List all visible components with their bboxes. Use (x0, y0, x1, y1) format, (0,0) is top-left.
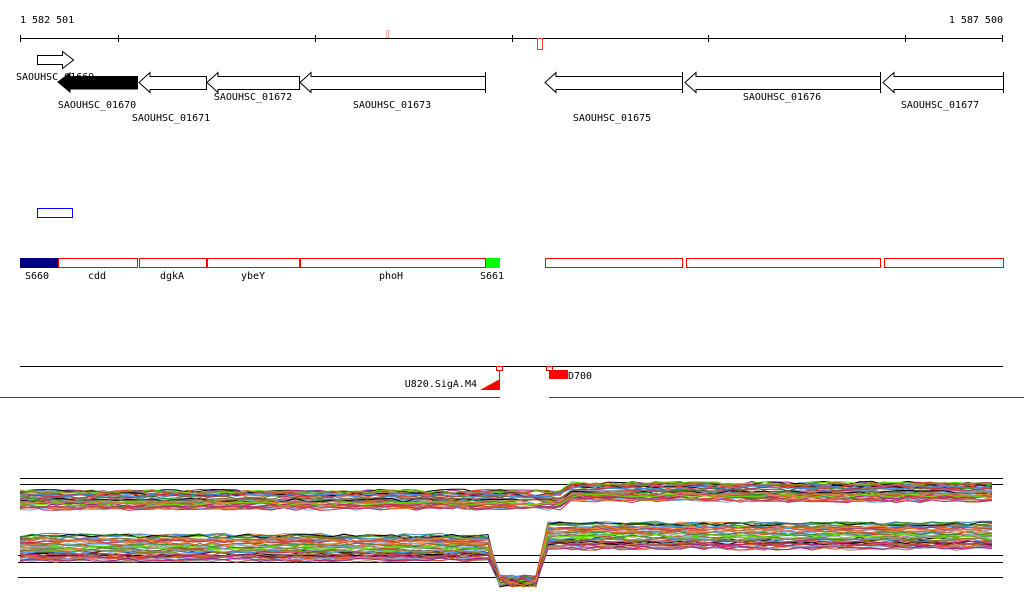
gene-SAOUHSC_01671[interactable]: SAOUHSC_01671 (132, 71, 210, 125)
segment-dgkA[interactable]: dgkA (139, 258, 207, 283)
feature-box[interactable] (37, 208, 73, 218)
gene-SAOUHSC_01677[interactable]: SAOUHSC_01677 (882, 71, 1004, 111)
svg-text:SAOUHSC_01672: SAOUHSC_01672 (214, 92, 292, 103)
regulatory-track: U820.SigA.M4 D700 (0, 366, 1024, 398)
scale-marker (537, 38, 543, 50)
segment-cdd[interactable]: cdd (58, 258, 138, 283)
svg-text:SAOUHSC_01670: SAOUHSC_01670 (58, 100, 136, 111)
svg-text:SAOUHSC_01671: SAOUHSC_01671 (132, 113, 210, 124)
segment-phoH[interactable]: phoH (300, 258, 486, 283)
svg-text:S660: S660 (25, 271, 49, 282)
svg-text:SAOUHSC_01676: SAOUHSC_01676 (743, 92, 821, 103)
expression-profiles (18, 478, 1003, 588)
svg-text:phoH: phoH (379, 271, 403, 282)
svg-text:cdd: cdd (88, 271, 106, 282)
gene-SAOUHSC_01675[interactable]: SAOUHSC_01675 (544, 71, 683, 124)
segment-unlabeled[interactable] (686, 258, 881, 268)
gene-SAOUHSC_01672[interactable]: SAOUHSC_01672 (206, 71, 300, 104)
segment-S661[interactable]: S661 (480, 258, 504, 282)
svg-text:S661: S661 (480, 271, 504, 282)
scale-marker (386, 30, 389, 38)
genome-browser: 1 582 501 1 587 500 SAOUHSC_01669 SAOUHS… (0, 15, 1024, 588)
gene-track: SAOUHSC_01669 SAOUHSC_01670 SAOUHSC_0167… (16, 50, 1004, 125)
svg-text:SAOUHSC_01677: SAOUHSC_01677 (901, 100, 979, 111)
svg-text:ybeY: ybeY (241, 271, 265, 282)
svg-text:U820.SigA.M4: U820.SigA.M4 (405, 379, 477, 390)
coordinate-scale: 1 582 501 1 587 500 (20, 15, 1003, 50)
gene-SAOUHSC_01673[interactable]: SAOUHSC_01673 (299, 71, 486, 111)
segment-unlabeled[interactable] (884, 258, 1004, 268)
segment-track: S660 cdd dgkA ybeY phoH S661 (20, 258, 1004, 282)
scale-end-label: 1 587 500 (949, 15, 1003, 26)
scale-start-label: 1 582 501 (20, 15, 74, 26)
segment-ybeY[interactable]: ybeY (207, 258, 300, 283)
feature-D700[interactable]: D700 (549, 370, 592, 382)
gene-SAOUHSC_01676[interactable]: SAOUHSC_01676 (684, 71, 881, 103)
segment-S660[interactable]: S660 (20, 258, 58, 282)
svg-text:dgkA: dgkA (160, 271, 184, 282)
svg-text:SAOUHSC_01675: SAOUHSC_01675 (573, 113, 651, 124)
svg-text:SAOUHSC_01673: SAOUHSC_01673 (353, 100, 431, 111)
gene-SAOUHSC_01670[interactable]: SAOUHSC_01670 (57, 72, 138, 111)
segment-unlabeled[interactable] (545, 258, 683, 268)
promoter-U820[interactable]: U820.SigA.M4 (405, 370, 500, 390)
svg-text:D700: D700 (568, 371, 592, 382)
